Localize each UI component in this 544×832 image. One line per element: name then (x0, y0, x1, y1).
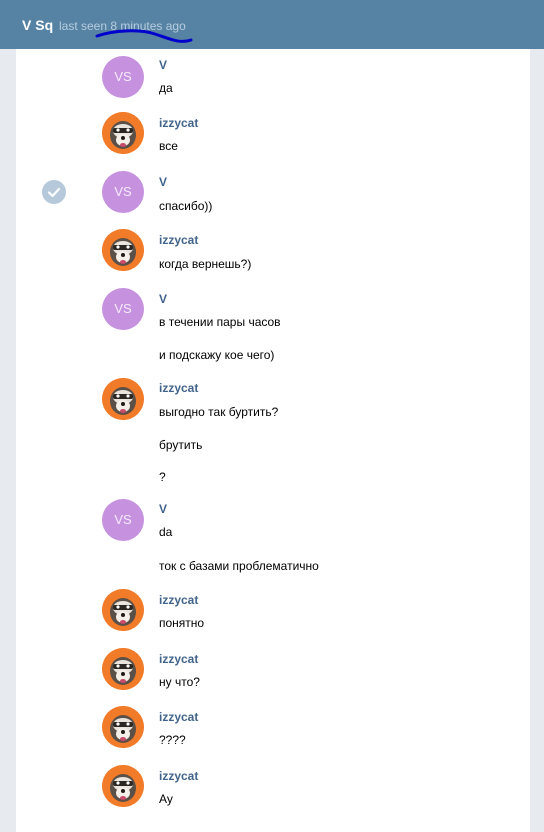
message-text: спасибо)) (159, 199, 213, 213)
raccoon-avatar-icon[interactable] (102, 648, 144, 690)
selected-check-icon[interactable] (42, 180, 66, 204)
chat-header: V Sq last seen 8 minutes ago (0, 0, 544, 49)
message-author[interactable]: izzycat (159, 381, 198, 395)
raccoon-avatar-icon[interactable] (102, 765, 144, 807)
message-text: выгодно так буртить? (159, 405, 279, 419)
raccoon-avatar-icon[interactable] (102, 589, 144, 631)
message-author[interactable]: V (159, 175, 167, 189)
message-author[interactable]: V (159, 58, 167, 72)
message-author[interactable]: izzycat (159, 652, 198, 666)
contact-name[interactable]: V Sq (22, 17, 53, 33)
avatar[interactable]: VS (102, 499, 144, 541)
message-text: брутить (159, 438, 203, 452)
pen-scribble-mark (95, 29, 193, 43)
avatar[interactable]: VS (102, 288, 144, 330)
message-author[interactable]: izzycat (159, 710, 198, 724)
message-text: Ау (159, 792, 173, 806)
message-text: ???? (159, 733, 186, 747)
raccoon-avatar-icon[interactable] (102, 706, 144, 748)
message-text: da (159, 525, 173, 539)
message-text: когда вернешь?) (159, 257, 252, 271)
raccoon-avatar-icon[interactable] (102, 112, 144, 154)
raccoon-icon (102, 378, 144, 420)
message-text: и подскажу кое чего) (159, 348, 275, 362)
raccoon-icon (102, 765, 144, 807)
message-text: ну что? (159, 675, 200, 689)
message-author[interactable]: izzycat (159, 233, 198, 247)
raccoon-icon (102, 229, 144, 271)
message-text: да (159, 81, 173, 95)
message-author[interactable]: V (159, 292, 167, 306)
message-author[interactable]: izzycat (159, 593, 198, 607)
raccoon-icon (102, 648, 144, 690)
raccoon-avatar-icon[interactable] (102, 378, 144, 420)
message-text: все (159, 139, 178, 153)
raccoon-icon (102, 706, 144, 748)
message-author[interactable]: V (159, 502, 167, 516)
message-text: ? (159, 470, 166, 484)
avatar[interactable]: VS (102, 171, 144, 213)
raccoon-icon (102, 112, 144, 154)
message-text: в течении пары часов (159, 315, 281, 329)
message-text: ток с базами проблематично (159, 559, 319, 573)
raccoon-icon (102, 589, 144, 631)
raccoon-avatar-icon[interactable] (102, 229, 144, 271)
message-author[interactable]: izzycat (159, 116, 198, 130)
message-history: VS V да izzycat все VS V спасибо)) izzyc… (16, 49, 530, 832)
avatar[interactable]: VS (102, 56, 144, 98)
message-text: понятно (159, 616, 205, 630)
message-author[interactable]: izzycat (159, 769, 198, 783)
